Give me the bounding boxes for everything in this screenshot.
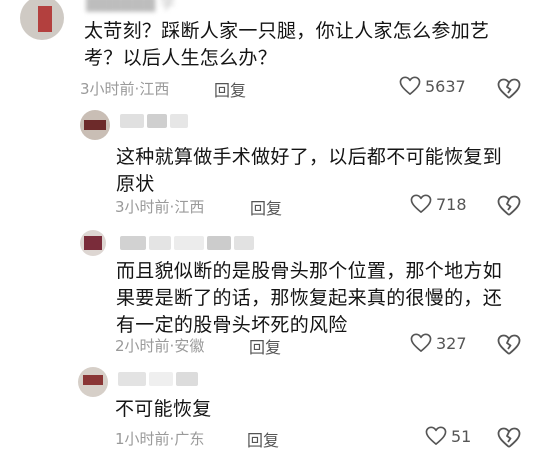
heart-outline-icon [425,426,447,445]
like-count: 51 [451,426,472,446]
reply-button[interactable]: 回复 [249,334,281,358]
like-count: 5637 [425,76,466,96]
comment-location: 广东 [174,430,205,448]
username-mosaic [118,372,198,386]
comment-location: 江西 [139,80,170,98]
comment-text: 不可能恢复 [115,398,212,420]
comment-time: 2小时前 [115,337,170,355]
broken-heart-icon[interactable] [497,194,521,218]
broken-heart-icon[interactable] [497,77,521,101]
broken-heart-icon[interactable] [497,333,521,357]
heart-outline-icon [410,194,432,213]
comment-location: 安徽 [174,337,205,355]
username-mosaic [120,236,254,250]
reply-button[interactable]: 回复 [247,427,279,451]
comment-meta: 3小时前·江西 [80,78,169,99]
username-mosaic [120,114,188,128]
avatar[interactable] [78,367,108,397]
comment-time: 3小时前 [115,198,170,216]
reply-button[interactable]: 回复 [214,77,246,101]
comment-text: 这种就算做手术做好了，以后都不可能恢复到原状 [116,146,503,195]
comment-text: 太苛刻？踩断人家一只腿，你让人家怎么参加艺考？以后人生怎么办？ [84,20,490,69]
avatar[interactable] [20,0,64,40]
comment-location: 江西 [174,198,205,216]
comment-meta: 3小时前·江西 [115,196,204,217]
like-button[interactable]: 51 [425,426,471,446]
broken-heart-icon[interactable] [497,426,521,450]
like-button[interactable]: 5637 [399,76,466,96]
comment-time: 1小时前 [115,430,170,448]
avatar[interactable] [80,110,110,140]
comment-text: 而且貌似断的是股骨头那个位置，那个地方如果要是断了的话，那恢复起来真的很慢的，还… [116,260,503,336]
comment-meta: 2小时前·安徽 [115,335,204,356]
like-count: 327 [436,333,467,353]
username-blurred: ▇▇▇▇▇▇ 学 [86,0,175,12]
comment-meta: 1小时前·广东 [115,428,204,449]
heart-outline-icon [410,333,432,352]
like-button[interactable]: 327 [410,333,467,353]
avatar[interactable] [80,230,106,256]
heart-outline-icon [399,76,421,95]
like-count: 718 [436,194,467,214]
comment-time: 3小时前 [80,80,135,98]
like-button[interactable]: 718 [410,194,467,214]
reply-button[interactable]: 回复 [250,195,282,219]
